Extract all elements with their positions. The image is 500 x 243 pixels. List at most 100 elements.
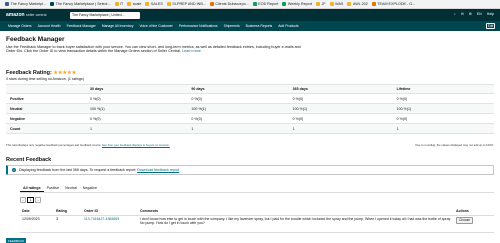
bookmark-item[interactable]: The Fancy Marketpl... bbox=[3, 0, 48, 9]
summary-cell: 0 %(0) bbox=[288, 93, 393, 104]
bookmark-item[interactable]: Clients Dubacorpo... bbox=[208, 0, 251, 9]
order-id-link[interactable]: 113-7416427-4365659 bbox=[84, 217, 119, 221]
summary-col-header: 90 days bbox=[187, 84, 289, 94]
bookmark-label: scale bbox=[132, 2, 142, 6]
nav-item[interactable]: Performance Notifications bbox=[176, 24, 221, 28]
feedback-rating: 3 bbox=[56, 216, 58, 221]
info-alert: i Displaying feedback from the last 365 … bbox=[6, 165, 494, 175]
learn-more-link[interactable]: Learn more bbox=[182, 49, 201, 53]
feedback-summary-table: 30 days 90 days 365 days Lifetime Positive 0… bbox=[6, 84, 494, 134]
summary-cell: 1 bbox=[392, 123, 494, 134]
bookmark-item[interactable]: AWL 202 bbox=[345, 0, 369, 9]
feedback-comment: I don't know how else to get in touch wi… bbox=[140, 216, 451, 225]
summary-row: Count 1 1 1 1 bbox=[6, 123, 494, 134]
bookmark-item[interactable]: EOD Report bbox=[251, 0, 281, 9]
table-cell: I don't know how else to get in touch wi… bbox=[138, 215, 454, 233]
recent-col-header: Rating bbox=[54, 207, 82, 216]
summary-cell: 100 %(1) bbox=[288, 103, 393, 114]
summary-col-header bbox=[6, 84, 86, 94]
bookmark-item[interactable]: Weekly Report bbox=[280, 0, 314, 9]
bookmarks-bar: The Fancy Marketpl... The Fancy Marketpla… bbox=[0, 0, 500, 9]
recent-feedback-title: Recent Feedback bbox=[6, 157, 52, 163]
bookmark-icon bbox=[114, 2, 119, 6]
header-top-row: amazon seller central The Fancy Marketpl… bbox=[0, 9, 500, 21]
bookmark-icon bbox=[50, 2, 55, 6]
tab-positive[interactable]: Positive bbox=[44, 185, 63, 192]
bookmark-label: SALES bbox=[150, 2, 163, 6]
buyer-display-link[interactable]: See how your feedback displays to buyers… bbox=[102, 143, 170, 147]
bookmark-item[interactable]: WAS bbox=[328, 0, 346, 9]
summary-cell: 1 bbox=[86, 123, 188, 134]
nav-item[interactable]: Manage Orders bbox=[5, 24, 35, 28]
prev-page-icon[interactable]: ‹ bbox=[20, 197, 26, 203]
summary-cell: 1 bbox=[288, 123, 393, 134]
table-cell: 113-7416427-4365659 bbox=[82, 215, 138, 233]
recent-col-header: Actions bbox=[454, 207, 494, 216]
bookmark-icon bbox=[347, 2, 352, 6]
tab-neutral[interactable]: Neutral bbox=[62, 185, 80, 192]
nav-item[interactable]: Voice of the Customer bbox=[136, 24, 175, 28]
help-link[interactable]: Help bbox=[487, 12, 494, 16]
bookmark-label: The Fancy Marketpl... bbox=[10, 2, 47, 6]
recent-col-header: Order ID bbox=[82, 207, 138, 216]
actions-dropdown[interactable]: Choose bbox=[456, 216, 473, 224]
nav-item[interactable]: Account Health bbox=[35, 24, 64, 28]
bookmark-item[interactable]: The Fancy Marketplace | Select... bbox=[48, 0, 112, 9]
rating-filter-tabs: All ratings Positive Neutral Negative bbox=[20, 185, 100, 192]
header-utilities: ⌕ ✉ ⚙ EN Help bbox=[454, 12, 494, 16]
bookmark-item[interactable]: SALES bbox=[143, 0, 164, 9]
site-feedback-button[interactable]: FEEDBACK bbox=[6, 238, 27, 243]
gear-icon[interactable]: ⚙ bbox=[469, 12, 472, 16]
bookmark-item[interactable]: TEAM EXPLODE - G... bbox=[370, 0, 417, 9]
summary-cell: 100 %(1) bbox=[187, 103, 289, 114]
bookmark-icon bbox=[127, 2, 132, 6]
pagination: ‹ 1 › bbox=[20, 197, 41, 203]
summary-row-label: Negative bbox=[6, 113, 86, 124]
recent-feedback-table: Date Rating Order ID Comments Actions 12/09/… bbox=[20, 207, 494, 233]
language-selector[interactable]: EN bbox=[477, 12, 482, 16]
nav-item[interactable]: Add Products bbox=[275, 24, 301, 28]
table-cell: 12/09/2023 bbox=[20, 215, 54, 233]
tab-negative[interactable]: Negative bbox=[80, 185, 100, 192]
summary-cell: 0 %(0) bbox=[187, 113, 289, 124]
page-title: Feedback Manager bbox=[6, 36, 65, 43]
summary-cell: 100 %(1) bbox=[392, 103, 494, 114]
recent-col-header: Date bbox=[20, 207, 54, 216]
summary-row: Neutral 100 %(1) 100 %(1) 100 %(1) 100 %(1) bbox=[6, 103, 494, 114]
account-selector[interactable]: The Fancy Marketplace | United... bbox=[70, 11, 140, 19]
edit-nav-button[interactable]: Edit bbox=[486, 23, 495, 29]
bookmark-icon bbox=[166, 2, 171, 6]
bookmark-item[interactable]: JF bbox=[314, 0, 328, 9]
bookmark-icon bbox=[371, 2, 376, 6]
table-cell: Choose bbox=[454, 215, 494, 233]
info-icon: i bbox=[12, 168, 16, 172]
summary-cell: 100 %(1) bbox=[86, 103, 188, 114]
bookmark-item[interactable]: IT bbox=[113, 0, 126, 9]
nav-item[interactable]: Shipments bbox=[221, 24, 243, 28]
summary-cell: 0 %(0) bbox=[86, 93, 188, 104]
bookmark-item[interactable]: scale bbox=[125, 0, 143, 9]
bookmark-label: EOD Report bbox=[258, 2, 279, 6]
bookmark-label: TEAM EXPLODE - G... bbox=[377, 2, 416, 6]
bookmark-label: Weekly Report bbox=[287, 2, 312, 6]
mail-icon[interactable]: ✉ bbox=[461, 12, 464, 16]
search-icon[interactable]: ⌕ bbox=[454, 12, 456, 16]
bookmark-item[interactable]: SI-PREP AND INB... bbox=[165, 0, 208, 9]
current-page[interactable]: 1 bbox=[27, 197, 34, 203]
bookmark-label: The Fancy Marketplace | Select... bbox=[55, 2, 111, 6]
nav-item[interactable]: Business Reports bbox=[243, 24, 276, 28]
bookmark-icon bbox=[252, 2, 257, 6]
tab-all-ratings[interactable]: All ratings bbox=[20, 185, 44, 192]
rounding-note: Due to rounding, the values displayed ma… bbox=[415, 143, 494, 147]
bookmark-icon bbox=[316, 2, 320, 6]
download-report-link[interactable]: Download feedback report bbox=[137, 168, 179, 172]
nav-item[interactable]: Manage All Inventory bbox=[99, 24, 137, 28]
nav-item[interactable]: Feedback Manager bbox=[64, 24, 99, 28]
table-footnote: This total displays only negative feedba… bbox=[6, 143, 494, 147]
next-page-icon[interactable]: › bbox=[35, 197, 41, 203]
table-row: 12/09/2023 3 113-7416427-4365659 I don't kn… bbox=[20, 215, 494, 233]
tabs-divider bbox=[20, 192, 494, 193]
bookmark-icon bbox=[145, 2, 150, 6]
amazon-logo[interactable]: amazon seller central bbox=[6, 12, 46, 18]
summary-cell: 0 %(0) bbox=[187, 93, 289, 104]
